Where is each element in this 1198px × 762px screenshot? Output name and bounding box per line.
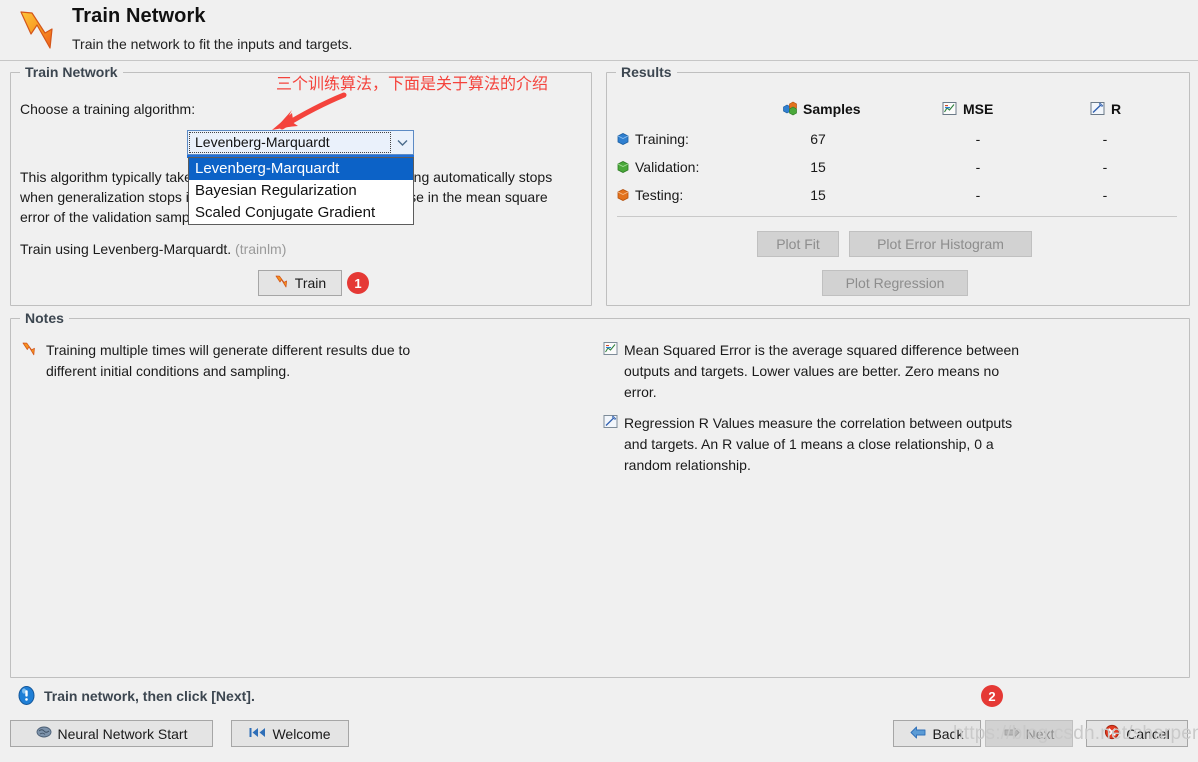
results-group-title: Results xyxy=(616,64,677,80)
status-message: Train network, then click [Next]. xyxy=(44,688,255,704)
red-x-circle-icon xyxy=(1104,724,1120,743)
training-r-value: - xyxy=(1102,131,1108,147)
regression-pencil-icon xyxy=(1090,101,1105,116)
training-algorithm-value: Levenberg-Marquardt xyxy=(195,134,330,150)
right-arrow-icon xyxy=(1004,726,1020,742)
train-network-group-title: Train Network xyxy=(20,64,123,80)
train-using-function: (trainlm) xyxy=(235,241,287,257)
cancel-button[interactable]: Cancel xyxy=(1086,720,1188,747)
regression-pencil-icon xyxy=(603,414,618,429)
mse-chart-icon xyxy=(603,341,618,356)
page-title: Train Network xyxy=(72,5,206,27)
train-network-window: Train Network Train the network to fit t… xyxy=(0,0,1198,762)
validation-r-value: - xyxy=(1102,159,1108,175)
page-subtitle: Train the network to fit the inputs and … xyxy=(72,36,353,52)
next-label: Next xyxy=(1025,725,1055,742)
green-cube-icon xyxy=(616,160,630,174)
red-arrow-icon xyxy=(262,92,352,132)
training-algorithm-dropdown-list[interactable]: Levenberg-Marquardt Bayesian Regularizat… xyxy=(188,157,414,225)
samples-cubes-icon xyxy=(782,101,798,117)
neural-network-start-button[interactable]: Neural Network Start xyxy=(10,720,213,747)
neural-network-start-label: Neural Network Start xyxy=(57,725,188,742)
train-using-label: Train using Levenberg-Marquardt. xyxy=(20,241,232,257)
next-button[interactable]: Next xyxy=(985,720,1073,747)
note-training-multiple-times: Training multiple times will generate di… xyxy=(46,342,411,379)
welcome-label: Welcome xyxy=(272,725,331,742)
plot-regression-button[interactable]: Plot Regression xyxy=(822,270,968,296)
column-header-samples: Samples xyxy=(803,101,861,117)
training-mse-value: - xyxy=(975,131,981,147)
plot-regression-label: Plot Regression xyxy=(845,275,945,291)
cancel-label: Cancel xyxy=(1126,725,1170,742)
welcome-button[interactable]: Welcome xyxy=(231,720,349,747)
header-divider xyxy=(0,60,1198,61)
dropdown-option-bayesian-regularization[interactable]: Bayesian Regularization xyxy=(189,180,413,202)
training-algorithm-select[interactable]: Levenberg-Marquardt xyxy=(187,130,414,155)
info-exclamation-icon xyxy=(17,686,36,705)
row-label-validation: Validation: xyxy=(635,159,700,175)
matlab-nn-arrow-icon xyxy=(14,8,60,54)
testing-r-value: - xyxy=(1102,187,1108,203)
plot-error-histogram-button[interactable]: Plot Error Histogram xyxy=(849,231,1032,257)
train-arrow-icon xyxy=(21,341,37,357)
train-using-line: Train using Levenberg-Marquardt. (trainl… xyxy=(20,239,286,259)
testing-mse-value: - xyxy=(975,187,981,203)
mse-chart-icon xyxy=(942,101,957,116)
column-header-mse: MSE xyxy=(963,101,994,117)
skip-back-icon xyxy=(249,726,266,742)
plot-error-histogram-label: Plot Error Histogram xyxy=(877,236,1004,252)
annotation-badge-2: 2 xyxy=(981,685,1003,707)
orange-cube-icon xyxy=(616,188,630,202)
dropdown-option-levenberg-marquardt[interactable]: Levenberg-Marquardt xyxy=(189,158,413,180)
note-mean-squared-error: Mean Squared Error is the average square… xyxy=(624,342,1020,400)
back-button[interactable]: Back xyxy=(893,720,981,747)
testing-samples-value: 15 xyxy=(810,187,826,203)
column-header-r: R xyxy=(1111,101,1122,117)
blue-cube-icon xyxy=(616,132,630,146)
row-label-training: Training: xyxy=(635,131,689,147)
brain-icon xyxy=(36,725,52,742)
results-divider xyxy=(617,216,1177,217)
validation-mse-value: - xyxy=(975,159,981,175)
validation-samples-value: 15 xyxy=(810,159,826,175)
train-arrow-icon xyxy=(274,274,289,292)
plot-fit-button[interactable]: Plot Fit xyxy=(757,231,839,257)
note-regression-r-values: Regression R Values measure the correlat… xyxy=(624,415,1013,473)
choose-algorithm-label: Choose a training algorithm: xyxy=(20,101,196,117)
window-header: Train Network Train the network to fit t… xyxy=(0,0,1198,60)
annotation-badge-1: 1 xyxy=(347,272,369,294)
training-samples-value: 67 xyxy=(810,131,826,147)
annotation-chinese-note: 三个训练算法，下面是关于算法的介绍 xyxy=(276,74,549,93)
left-arrow-icon xyxy=(910,726,926,742)
notes-group-title: Notes xyxy=(20,310,69,326)
row-label-testing: Testing: xyxy=(635,187,684,203)
train-button-label: Train xyxy=(294,275,327,291)
chevron-down-icon[interactable] xyxy=(392,131,413,154)
plot-fit-label: Plot Fit xyxy=(776,236,820,252)
dropdown-option-scaled-conjugate-gradient[interactable]: Scaled Conjugate Gradient xyxy=(189,202,413,224)
back-label: Back xyxy=(932,725,964,742)
train-button[interactable]: Train xyxy=(258,270,342,296)
